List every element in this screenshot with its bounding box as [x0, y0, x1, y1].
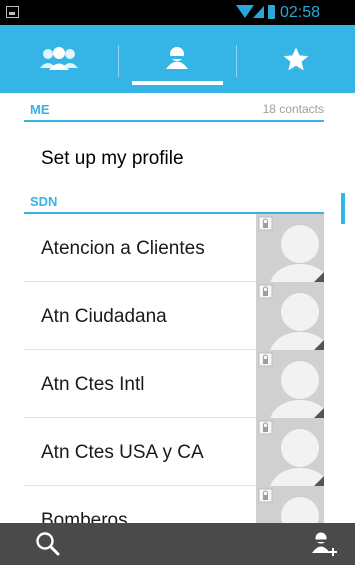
tab-favorites[interactable] — [237, 25, 355, 93]
tab-divider — [236, 45, 237, 77]
notification-image-icon — [6, 6, 19, 18]
contact-list[interactable]: ME 18 contacts Set up my profile SDN Ate… — [0, 93, 355, 523]
tab-bar — [0, 25, 355, 93]
bottom-action-bar — [0, 523, 355, 565]
default-contact-photo-icon — [256, 282, 324, 350]
contact-photo[interactable] — [256, 282, 324, 350]
person-icon — [166, 47, 189, 69]
list-item[interactable]: Atencion a Clientes — [24, 214, 324, 282]
add-contact-icon — [312, 532, 337, 556]
contact-name: Atn Ciudadana — [41, 306, 167, 327]
list-item[interactable]: Atn Ciudadana — [24, 282, 324, 350]
list-item[interactable]: Bomberos — [24, 486, 324, 523]
contact-name: Atn Ctes Intl — [41, 374, 145, 395]
default-contact-photo-icon — [256, 350, 324, 418]
search-button[interactable] — [35, 531, 61, 562]
groups-icon — [40, 47, 79, 70]
signal-icon — [253, 6, 264, 18]
default-contact-photo-icon — [256, 486, 324, 523]
search-icon — [36, 532, 60, 556]
contact-name: Atn Ctes USA y CA — [41, 442, 204, 463]
section-title: ME — [30, 102, 50, 117]
contact-photo[interactable] — [256, 418, 324, 486]
star-icon — [283, 47, 309, 71]
wifi-icon — [236, 5, 254, 18]
tab-divider — [118, 45, 119, 77]
list-item[interactable]: Atn Ctes USA y CA — [24, 418, 324, 486]
setup-profile-label: Set up my profile — [41, 148, 184, 169]
add-contact-button[interactable] — [310, 531, 338, 562]
setup-profile-item[interactable]: Set up my profile — [24, 122, 324, 190]
tab-contacts[interactable] — [118, 25, 236, 93]
battery-icon — [268, 5, 275, 19]
contact-count: 18 contacts — [262, 102, 324, 116]
contact-photo[interactable] — [256, 350, 324, 418]
section-header-sdn: SDN — [24, 190, 324, 214]
default-contact-photo-icon — [256, 418, 324, 486]
default-contact-photo-icon — [256, 214, 324, 282]
tab-groups[interactable] — [0, 25, 118, 93]
status-time: 02:58 — [280, 4, 321, 21]
contact-name: Bomberos — [41, 510, 128, 523]
contact-photo[interactable] — [256, 486, 324, 523]
section-title: SDN — [30, 194, 58, 209]
contact-photo[interactable] — [256, 214, 324, 282]
contact-name: Atencion a Clientes — [41, 238, 205, 259]
status-bar: 02:58 — [0, 0, 355, 25]
section-header-me: ME 18 contacts — [24, 98, 324, 122]
scrollbar-thumb[interactable] — [341, 193, 345, 224]
list-item[interactable]: Atn Ctes Intl — [24, 350, 324, 418]
